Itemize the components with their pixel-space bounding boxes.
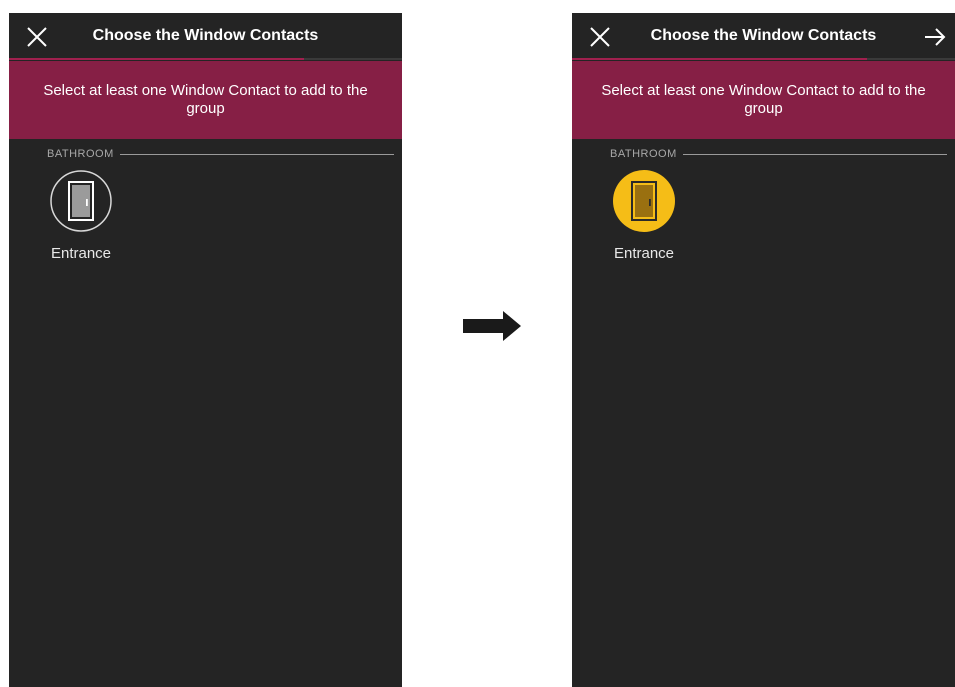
section-label: BATHROOM <box>47 148 114 160</box>
section-divider <box>682 153 947 155</box>
section-header: BATHROOM <box>610 147 947 161</box>
app-bar: Choose the Window Contacts <box>572 13 955 61</box>
progress-bar <box>572 58 867 60</box>
device-name: Entrance <box>50 245 112 262</box>
instruction-text: Select at least one Window Contact to ad… <box>43 82 368 117</box>
door-icon <box>50 170 112 232</box>
device-name: Entrance <box>613 245 675 262</box>
section-label: BATHROOM <box>610 148 677 160</box>
screen-after: Choose the Window Contacts Select at lea… <box>572 13 955 687</box>
instruction-banner: Select at least one Window Contact to ad… <box>572 61 955 139</box>
next-arrow-icon[interactable] <box>923 25 947 49</box>
progress-bar <box>9 58 304 60</box>
device-item-entrance[interactable]: Entrance <box>45 169 117 262</box>
page-title: Choose the Window Contacts <box>92 27 319 44</box>
instruction-banner: Select at least one Window Contact to ad… <box>9 61 402 139</box>
app-bar: Choose the Window Contacts <box>9 13 402 61</box>
section-header: BATHROOM <box>47 147 394 161</box>
page-title: Choose the Window Contacts <box>650 27 877 44</box>
screen-before: Choose the Window Contacts Select at lea… <box>9 13 402 687</box>
device-item-entrance-selected[interactable]: Entrance <box>608 169 680 262</box>
instruction-text: Select at least one Window Contact to ad… <box>601 82 926 117</box>
arrow-right-icon <box>463 311 521 341</box>
door-icon <box>613 170 675 232</box>
section-divider <box>119 153 394 155</box>
